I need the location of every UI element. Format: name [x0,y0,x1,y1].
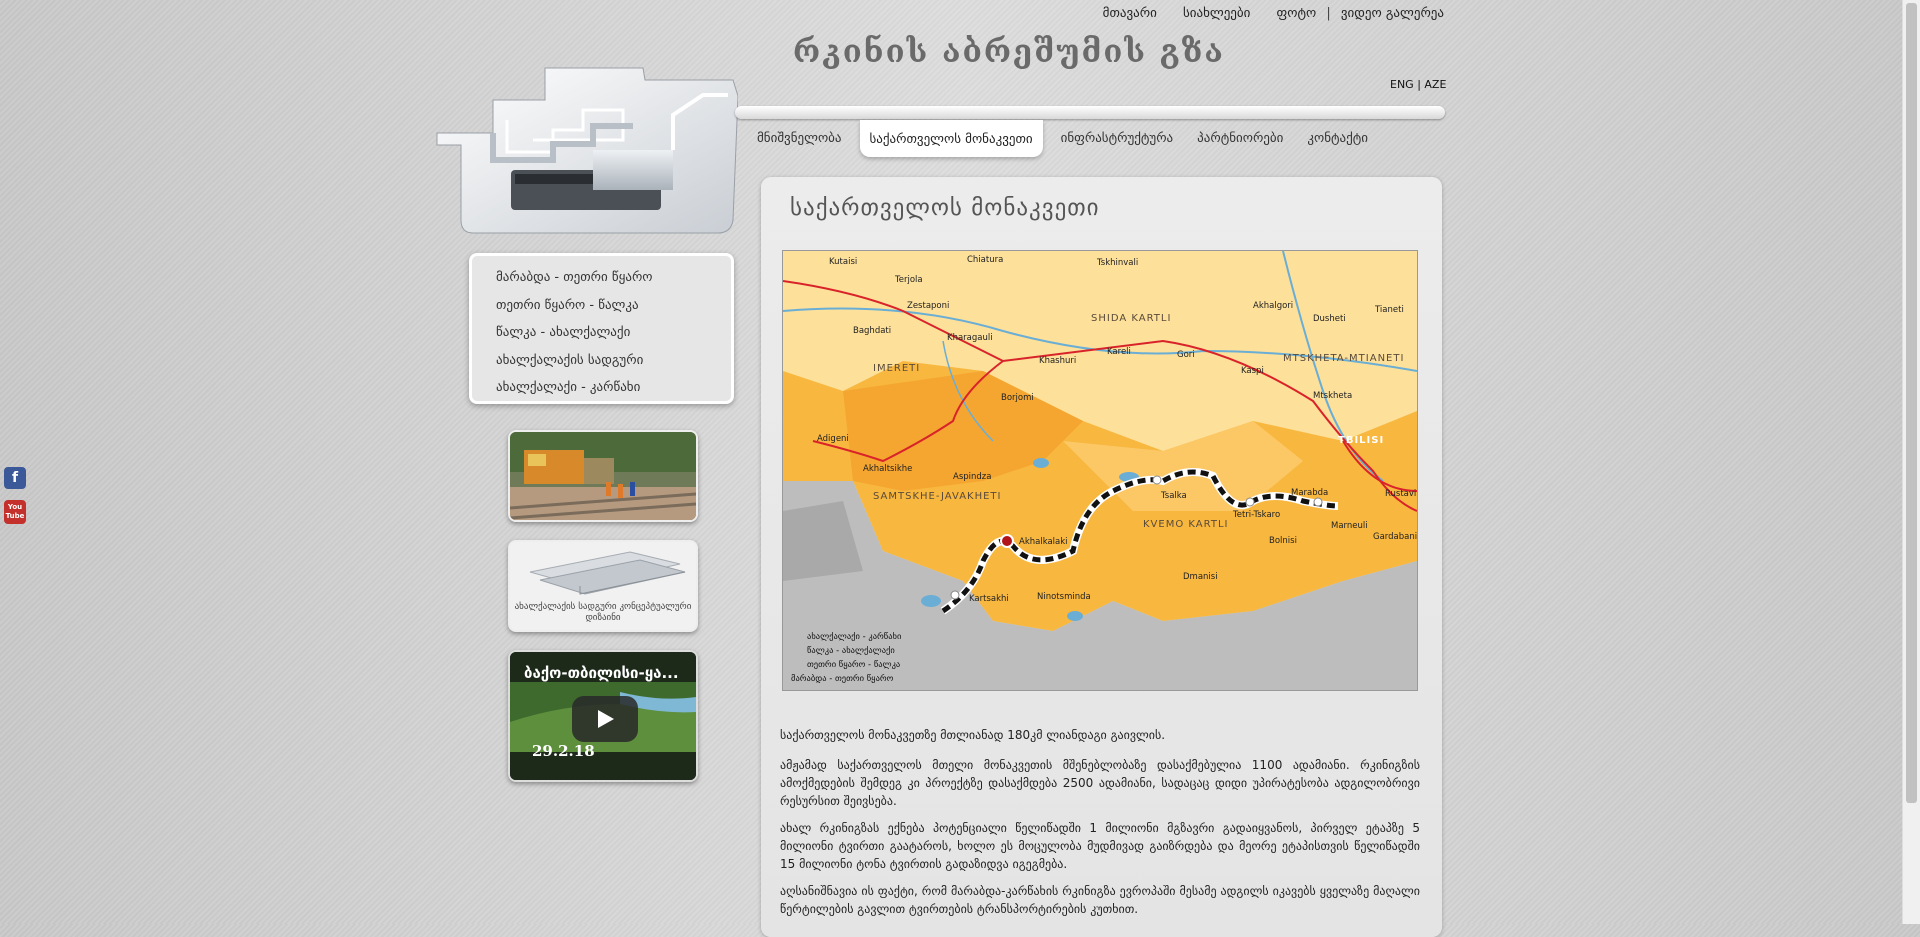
map-town-aspindza: Aspindza [953,472,991,482]
station-concept-caption: ახალქალაქის სადგური კონცეპტუალური დიზაინ… [514,602,692,623]
map-town-gardabani: Gardabani [1373,532,1417,542]
content-paragraph: ახალ რკინიგზას ექნება პოტენციალი წელიწად… [780,821,1420,871]
map-town-chiatura: Chiatura [967,255,1003,265]
facebook-icon[interactable]: f [4,467,26,489]
submenu-item-marabda-tetritskaro[interactable]: მარაბდა - თეთრი წყარო [496,264,731,292]
map-legend-item: თეთრი წყარო - წალკა [807,659,900,670]
submenu-item-akhalkalaki-station[interactable]: ახალქალაქის სადგური [496,347,731,375]
route-map: IMERETI SHIDA KARTLI MTSKHETA-MTIANETI S… [782,250,1418,691]
nav-item-partners[interactable]: პარტნიორები [1185,121,1295,156]
divider: | [1326,6,1331,21]
map-town-tskhinvali: Tskhinvali [1096,258,1138,268]
submenu-item-akhalkalaki-kartsakhi[interactable]: ახალქალაქი - კარწახი [496,374,731,402]
play-icon[interactable] [572,696,638,742]
map-region-shida-kartli: SHIDA KARTLI [1091,313,1171,324]
main-nav: მნიშვნელობა საქართველოს მონაკვეთი ინფრას… [745,118,1380,158]
photo-thumbnail-railway-works[interactable] [508,430,698,522]
station-concept-image [510,542,696,602]
scrollbar-thumb[interactable] [1906,3,1917,803]
map-town-gori: Gori [1177,350,1195,360]
top-link-news[interactable]: სიახლეები [1183,6,1250,21]
submenu-item-tsalka-akhalkalaki[interactable]: წალკა - ახალქალაქი [496,319,731,347]
railway-works-image [510,432,696,520]
nav-item-contact[interactable]: კონტაქტი [1295,121,1380,156]
map-region-imereti: IMERETI [873,363,920,374]
map-town-marneuli: Marneuli [1331,521,1368,531]
map-legend-item: მარაბდა - თეთრი წყარო [791,673,894,684]
sidebar-submenu: მარაბდა - თეთრი წყარო თეთრი წყარო - წალკ… [469,253,734,404]
content-paragraph: აღსანიშნავია ის ფაქტი, რომ მარაბდა-კარწა… [780,884,1420,916]
map-legend-item: წალკა - ახალქალაქი [807,645,895,656]
map-region-samtskhe-javakheti: SAMTSKHE-JAVAKHETI [873,491,1002,502]
top-links: მთავარი სიახლეები ფოტო | ვიდეო გალერეა [1081,6,1444,21]
submenu-item-tetritskaro-tsalka[interactable]: თეთრი წყარო - წალკა [496,292,731,320]
nav-item-infrastructure[interactable]: ინფრასტრუქტურა [1049,121,1186,156]
video-date: 29.2.18 [532,742,595,760]
map-town-dmanisi: Dmanisi [1183,572,1218,582]
map-town-akhalgori: Akhalgori [1253,301,1293,311]
video-thumbnail[interactable]: ბაქო-თბილისი-ყა... 29.2.18 [508,650,698,782]
station-concept-thumbnail[interactable]: ახალქალაქის სადგური კონცეპტუალური დიზაინ… [508,540,698,632]
nav-item-georgia-section[interactable]: საქართველოს მონაკვეთი [859,119,1043,157]
map-town-bolnisi: Bolnisi [1269,536,1297,546]
site-title: რკინის აბრეშუმის გზა [793,34,1225,70]
top-link-photo[interactable]: ფოტო [1277,6,1317,21]
top-link-video-gallery[interactable]: ვიდეო გალერეა [1341,6,1444,21]
map-town-kartsakhi: Kartsakhi [969,594,1009,604]
map-region-kvemo-kartli: KVEMO KARTLI [1143,519,1228,530]
map-town-adigeni: Adigeni [817,434,849,444]
map-town-rustavi: Rustavi [1385,489,1416,499]
map-region-mtskheta-mtianeti: MTSKHETA-MTIANETI [1283,353,1404,364]
nav-item-significance[interactable]: მნიშვნელობა [745,121,854,156]
map-town-khashuri: Khashuri [1039,356,1076,366]
map-legend-item: ახალქალაქი - კარწახი [807,631,901,642]
map-town-zestaponi: Zestaponi [907,301,949,311]
lang-aze[interactable]: AZE [1424,78,1446,91]
top-link-home[interactable]: მთავარი [1103,6,1157,21]
content-paragraph: ამჟამად საქართველოს მთელი მონაკვეთის მშე… [780,758,1420,808]
video-title: ბაქო-თბილისი-ყა... [524,664,679,682]
map-town-baghdati: Baghdati [853,326,891,336]
map-town-dusheti: Dusheti [1313,314,1346,324]
map-town-akhalkalaki: Akhalkalaki [1019,537,1068,547]
map-town-tsalka: Tsalka [1160,491,1187,501]
map-town-kareli: Kareli [1107,347,1131,357]
map-town-marabda: Marabda [1291,488,1328,498]
map-region-tbilisi: TBILISI [1338,435,1384,446]
map-town-akhaltsikhe: Akhaltsikhe [863,464,912,474]
map-town-tianeti: Tianeti [1374,305,1404,315]
site-logo[interactable] [433,40,738,235]
page-title: საქართველოს მონაკვეთი [790,195,1100,221]
map-town-terjola: Terjola [894,275,923,285]
map-town-mtskheta: Mtskheta [1313,391,1352,401]
content-paragraph: საქართველოს მონაკვეთზე მთლიანად 180კმ ლი… [780,728,1166,742]
lang-eng[interactable]: ENG [1390,78,1414,91]
map-town-ninotsminda: Ninotsminda [1037,592,1091,602]
scrollbar[interactable] [1902,0,1920,924]
map-town-borjomi: Borjomi [1001,393,1034,403]
youtube-icon[interactable]: You Tube [4,500,26,524]
map-town-kaspi: Kaspi [1241,366,1264,376]
map-town-tetri-tskaro: Tetri-Tskaro [1232,510,1280,520]
map-town-kutaisi: Kutaisi [829,257,857,267]
map-town-kharagauli: Kharagauli [947,333,993,343]
language-switcher: ENG | AZE [1390,78,1447,91]
